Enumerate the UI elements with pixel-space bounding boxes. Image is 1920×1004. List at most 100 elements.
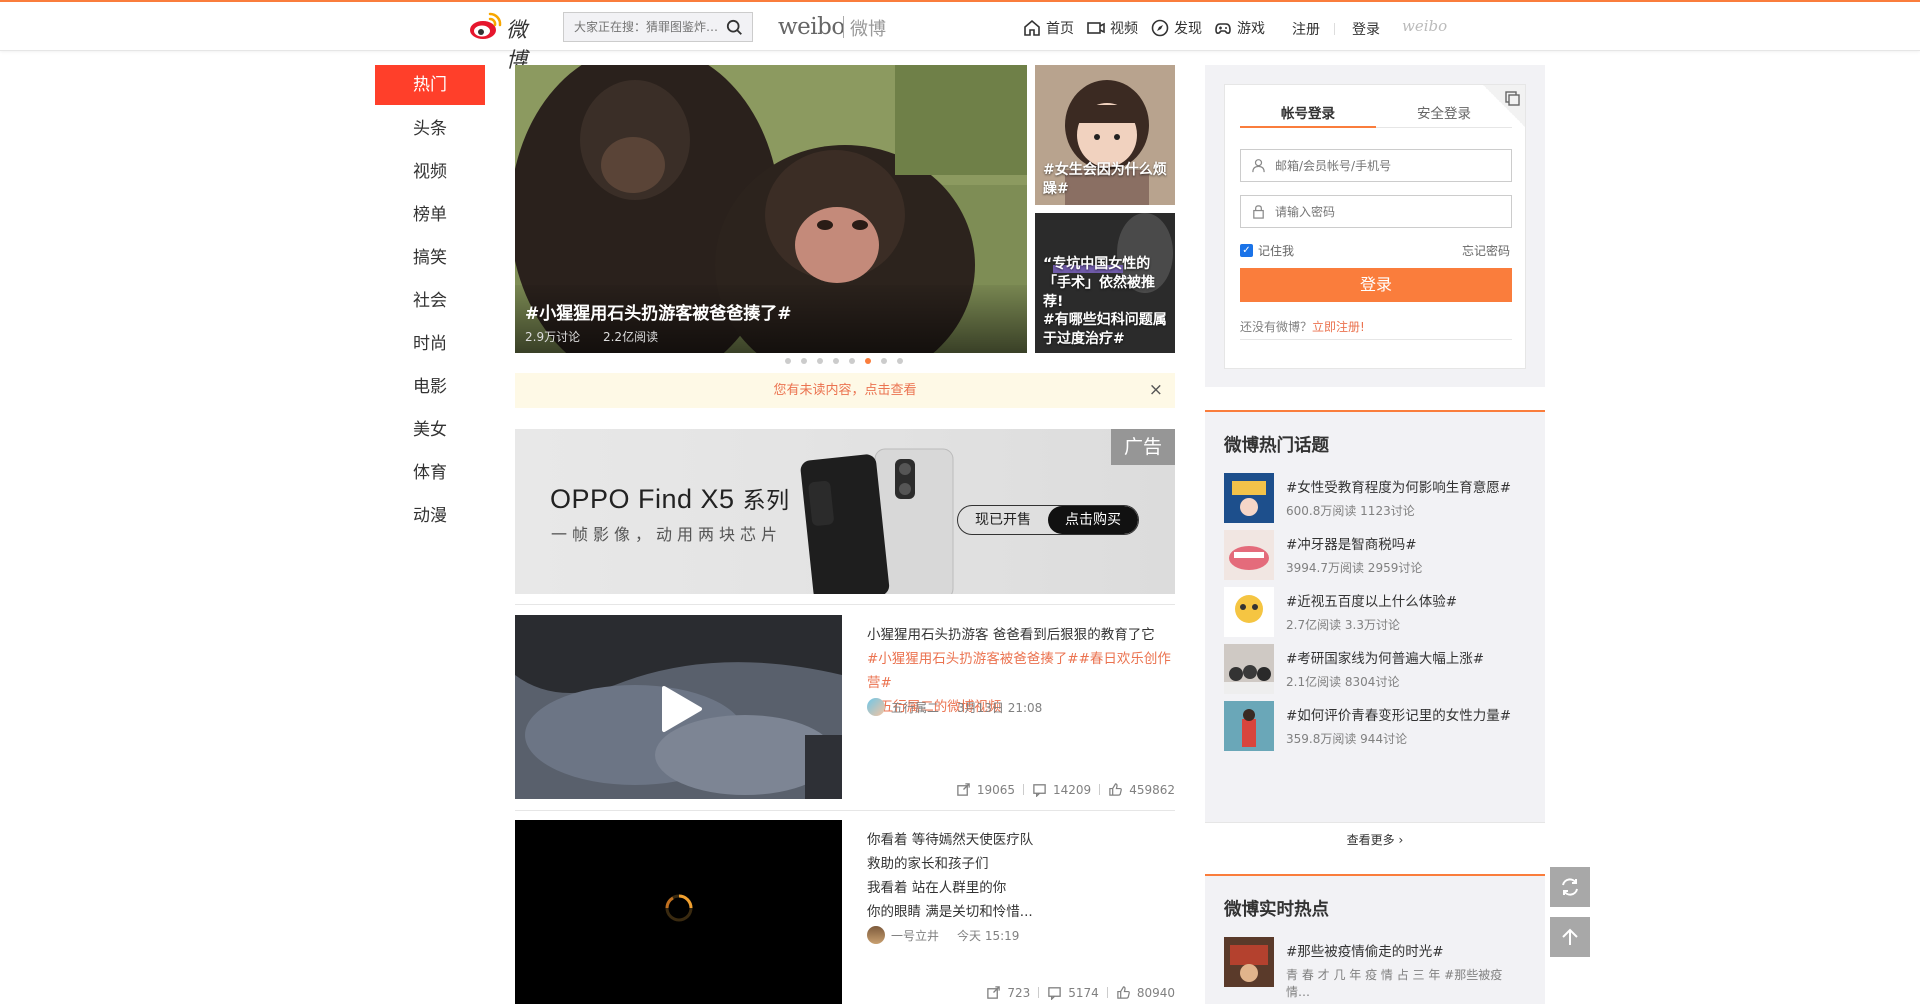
feed-meta: 五行属二 3月13日 21:08 xyxy=(867,698,1042,716)
weibo-wordmark-cn: 微博 xyxy=(850,19,886,40)
category-0[interactable]: 热门 xyxy=(375,65,485,105)
avatar[interactable] xyxy=(867,698,885,716)
realtime-item[interactable]: #那些被疫情偷走的时光# 青 春 才 几 年 疫 情 占 三 年 #那些被疫情… xyxy=(1224,937,1524,999)
hot-topics-panel: 微博热门话题 #女性受教育程度为何影响生育意愿# 600.8万阅读 1123讨论… xyxy=(1205,410,1545,856)
hero-banner[interactable]: #小猩猩用石头扔游客被爸爸揍了# 2.9万讨论 2.2亿阅读 xyxy=(515,65,1027,353)
carousel-dot[interactable] xyxy=(833,358,839,364)
carousel-dot[interactable] xyxy=(881,358,887,364)
refresh-button[interactable] xyxy=(1550,867,1590,907)
carousel-dot[interactable] xyxy=(897,358,903,364)
wordmark-divider xyxy=(843,16,844,38)
topic-title[interactable]: #如何评价青春变形记里的女性力量# xyxy=(1286,704,1511,724)
hero-meta: 2.9万讨论 2.2亿阅读 xyxy=(525,328,658,345)
compass-icon xyxy=(1151,19,1169,37)
nav-video[interactable]: 视频 xyxy=(1086,18,1138,38)
category-1[interactable]: 头条 xyxy=(375,108,485,151)
see-more-button[interactable]: 查看更多 › xyxy=(1205,822,1545,856)
login-button[interactable]: 登录 xyxy=(1240,268,1512,302)
comment-count: 5174 xyxy=(1068,985,1099,1000)
author-name[interactable]: 五行属二 xyxy=(891,699,939,716)
topic-title[interactable]: #考研国家线为何普遍大幅上涨# xyxy=(1286,647,1484,667)
register-now-link[interactable]: 立即注册! xyxy=(1312,320,1365,334)
topic-meta: 青 春 才 几 年 疫 情 占 三 年 #那些被疫情… xyxy=(1286,968,1503,999)
post-time[interactable]: 今天 15:19 xyxy=(957,927,1019,944)
category-6[interactable]: 时尚 xyxy=(375,323,485,366)
carousel-dot[interactable] xyxy=(785,358,791,364)
side-card-1[interactable]: #女生会因为什么烦躁# xyxy=(1035,65,1175,205)
tab-secure-login[interactable]: 安全登录 xyxy=(1376,102,1512,122)
topic-meta: 600.8万阅读 1123讨论 xyxy=(1286,504,1415,518)
register-link[interactable]: 注册 xyxy=(1292,19,1320,39)
nav-video-label: 视频 xyxy=(1110,21,1138,37)
topic-title[interactable]: #女性受教育程度为何影响生育意愿# xyxy=(1286,476,1511,496)
ad-buy-button[interactable]: 点击购买 xyxy=(1048,506,1138,534)
username-input[interactable] xyxy=(1275,150,1505,181)
weibo-mini-logo[interactable]: weibo xyxy=(1402,17,1447,35)
topic-item[interactable]: #如何评价青春变形记里的女性力量# 359.8万阅读 944讨论 xyxy=(1224,701,1524,751)
category-4[interactable]: 搞笑 xyxy=(375,237,485,280)
weibo-logo[interactable]: 微博 xyxy=(468,10,538,72)
category-9[interactable]: 体育 xyxy=(375,452,485,495)
play-icon[interactable] xyxy=(660,685,704,733)
hot-topics-title: 微博热门话题 xyxy=(1224,436,1329,456)
remember-me[interactable]: ✓ 记住我 xyxy=(1240,242,1294,259)
topic-item[interactable]: #考研国家线为何普遍大幅上涨# 2.1亿阅读 8304讨论 xyxy=(1224,644,1524,694)
search-input[interactable] xyxy=(564,13,724,41)
author-name[interactable]: 一号立井 xyxy=(891,927,939,944)
category-10[interactable]: 动漫 xyxy=(375,495,485,538)
password-input[interactable] xyxy=(1275,196,1505,227)
login-link[interactable]: 登录 xyxy=(1352,19,1380,39)
ad-banner[interactable]: 广告 OPPO Find X5 系列 一帧影像，动用两块芯片 现已开售 点击购买 xyxy=(515,429,1175,594)
ad-brand-name: OPPO Find X5 xyxy=(550,484,735,514)
topic-thumbnail xyxy=(1224,587,1274,637)
topic-title[interactable]: #近视五百度以上什么体验# xyxy=(1286,590,1457,610)
no-account-text: 还没有微博？ xyxy=(1240,320,1313,334)
feed-tags[interactable]: #小猩猩用石头扔游客被爸爸揍了##春日欢乐创作营# xyxy=(867,651,1171,691)
category-3[interactable]: 榜单 xyxy=(375,194,485,237)
video-thumbnail[interactable] xyxy=(515,820,842,1004)
topic-item[interactable]: #近视五百度以上什么体验# 2.7亿阅读 3.3万讨论 xyxy=(1224,587,1524,637)
topic-title[interactable]: #冲牙器是智商税吗# xyxy=(1286,533,1417,553)
topic-title[interactable]: #那些被疫情偷走的时光# xyxy=(1286,940,1444,960)
nav-home[interactable]: 首页 xyxy=(1022,18,1074,38)
comment-button[interactable]: 14209 xyxy=(1024,782,1099,797)
side-card-2-caption: #有哪些妇科问题属于过度治疗# xyxy=(1043,312,1167,347)
forgot-password-link[interactable]: 忘记密码 xyxy=(1462,242,1510,259)
tab-account-login[interactable]: 帐号登录 xyxy=(1240,102,1376,122)
like-button[interactable]: 459862 xyxy=(1100,782,1175,797)
search-icon[interactable] xyxy=(726,19,744,37)
nav-discover[interactable]: 发现 xyxy=(1150,18,1202,38)
nav-games[interactable]: 游戏 xyxy=(1213,18,1265,38)
chevron-right-icon: › xyxy=(1398,833,1404,847)
side-card-2[interactable]: “专坑中国女性的「手术」依然被推荐! #有哪些妇科问题属于过度治疗# xyxy=(1035,213,1175,353)
topic-item[interactable]: #冲牙器是智商税吗# 3994.7万阅读 2959讨论 xyxy=(1224,530,1524,580)
video-thumbnail[interactable] xyxy=(515,615,842,799)
carousel-dot[interactable] xyxy=(817,358,823,364)
feed-divider xyxy=(515,604,1175,605)
carousel-dot[interactable] xyxy=(801,358,807,364)
checkbox-checked-icon[interactable]: ✓ xyxy=(1240,244,1253,257)
avatar[interactable] xyxy=(867,926,885,944)
close-icon[interactable]: × xyxy=(1149,373,1163,408)
category-7[interactable]: 电影 xyxy=(375,366,485,409)
post-time[interactable]: 3月13日 21:08 xyxy=(957,699,1042,716)
category-5[interactable]: 社会 xyxy=(375,280,485,323)
hero-discuss: 2.9万讨论 xyxy=(525,330,581,344)
share-button[interactable]: 19065 xyxy=(948,782,1023,797)
feed-card: 小猩猩用石头扔游客 爸爸看到后狠狠的教育了它 #小猩猩用石头扔游客被爸爸揍了##… xyxy=(515,615,1175,805)
topic-item[interactable]: #女性受教育程度为何影响生育意愿# 600.8万阅读 1123讨论 xyxy=(1224,473,1524,523)
carousel-dot[interactable] xyxy=(849,358,855,364)
category-8[interactable]: 美女 xyxy=(375,409,485,452)
ad-tag: 广告 xyxy=(1111,429,1175,465)
side-card-1-caption: #女生会因为什么烦躁# xyxy=(1043,162,1167,197)
back-to-top-button[interactable] xyxy=(1550,917,1590,957)
topic-thumbnail xyxy=(1224,530,1274,580)
login-form: 帐号登录 安全登录 ✓ 记住我 忘记密码 登录 还没有微博？立即注册! xyxy=(1224,84,1526,369)
category-2[interactable]: 视频 xyxy=(375,151,485,194)
carousel-dot[interactable] xyxy=(865,358,871,364)
nav-games-label: 游戏 xyxy=(1237,21,1265,37)
ad-on-sale-button[interactable]: 现已开售 xyxy=(958,506,1048,534)
feed-meta: 一号立井 今天 15:19 xyxy=(867,926,1019,944)
side-card-2-quote: “专坑中国女性的「手术」依然被推荐! xyxy=(1043,256,1155,310)
unread-notice[interactable]: 您有未读内容，点击查看 × xyxy=(515,373,1175,408)
